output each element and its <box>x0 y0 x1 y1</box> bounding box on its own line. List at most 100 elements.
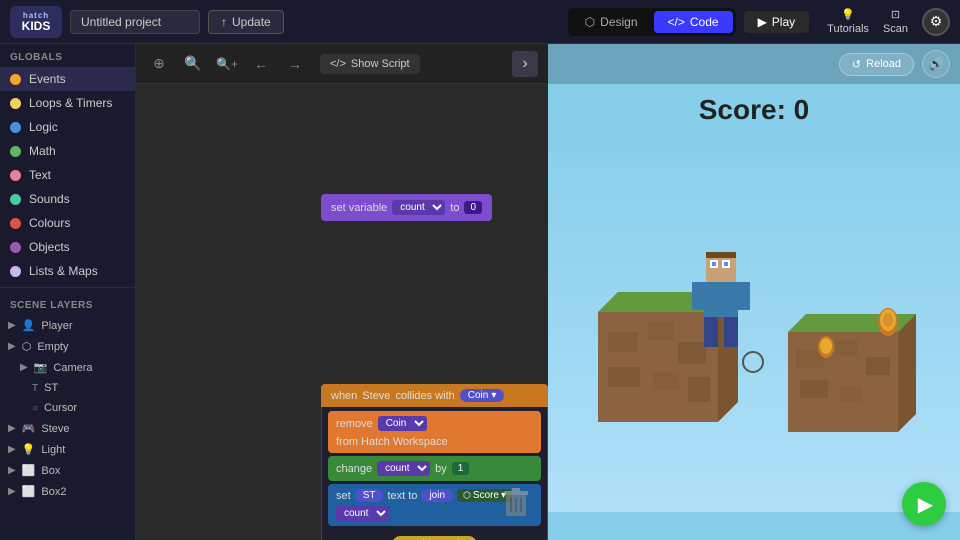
show-script-button[interactable]: </> Show Script <box>320 54 420 74</box>
play-circle-button[interactable]: ▶ <box>902 482 946 526</box>
box-icon: ⬜ <box>22 464 36 477</box>
logo: hatch KIDS <box>10 6 62 38</box>
topbar-right: 💡 Tutorials ⊡ Scan ⚙ <box>827 8 950 36</box>
change-value: 1 <box>452 462 470 475</box>
enable-notch-button[interactable]: enable notch <box>392 536 477 540</box>
light-icon: 💡 <box>22 443 36 456</box>
scene-label: SCENE LAYERS <box>0 292 135 315</box>
tab-code[interactable]: </> Code <box>654 11 733 33</box>
trash-button[interactable] <box>500 486 532 524</box>
scan-icon: ⊡ <box>891 8 900 21</box>
sidebar-item-sounds[interactable]: Sounds <box>0 187 135 211</box>
lists-dot <box>10 266 21 277</box>
set2-label: set <box>336 490 351 502</box>
mode-tabs: ⬡ Design </> Code <box>568 8 736 36</box>
coin-dropdown[interactable]: Coin ▾ <box>460 389 505 402</box>
zoom-in-button[interactable]: 🔍+ <box>214 51 240 77</box>
loops-dot <box>10 98 21 109</box>
more-button[interactable]: › <box>512 51 538 77</box>
sidebar-item-colours[interactable]: Colours <box>0 211 135 235</box>
scene-item-empty[interactable]: ▶ ⬡ Empty <box>0 336 135 357</box>
sidebar-item-lists-maps[interactable]: Lists & Maps <box>0 259 135 283</box>
update-button[interactable]: ↑ Update <box>208 10 284 34</box>
project-name-input[interactable] <box>70 10 200 34</box>
math-dot <box>10 146 21 157</box>
trash-icon <box>502 486 530 518</box>
scene-item-player[interactable]: ▶ 👤 Player <box>0 315 135 336</box>
sidebar-item-logic[interactable]: Logic <box>0 115 135 139</box>
reload-button[interactable]: ↺ Reload <box>839 53 914 76</box>
tutorials-button[interactable]: 💡 Tutorials <box>827 8 869 35</box>
profile-button[interactable]: ⚙ <box>922 8 950 36</box>
colours-dot <box>10 218 21 229</box>
floating-coin <box>818 336 834 358</box>
when-collides-block[interactable]: when Steve collides with Coin ▾ <box>321 384 548 407</box>
update-icon: ↑ <box>221 15 227 29</box>
set-label: set variable <box>331 202 387 214</box>
tab-design[interactable]: ⬡ Design <box>571 11 652 33</box>
sound-button[interactable]: 🔊 <box>922 50 950 78</box>
st-pill[interactable]: ST <box>355 489 384 502</box>
game-scene <box>548 104 960 540</box>
sidebar: GLOBALS Events Loops & Timers Logic Math… <box>0 44 136 540</box>
by-label: by <box>435 463 447 475</box>
main-layout: GLOBALS Events Loops & Timers Logic Math… <box>0 44 960 540</box>
scene-item-box[interactable]: ▶ ⬜ Box <box>0 460 135 481</box>
sidebar-item-objects[interactable]: Objects <box>0 235 135 259</box>
scene-item-cursor[interactable]: ○ Cursor <box>0 398 135 418</box>
zoom-out-button[interactable]: 🔍 <box>180 51 206 77</box>
when-label: when <box>331 390 357 402</box>
scene-item-st[interactable]: T ST <box>0 378 135 398</box>
sidebar-item-events[interactable]: Events <box>0 67 135 91</box>
code-toolbar: ⊕ 🔍 🔍+ ← → </> Show Script › <box>136 44 548 84</box>
sidebar-item-math[interactable]: Math <box>0 139 135 163</box>
scene-item-steve[interactable]: ▶ 🎮 Steve <box>0 418 135 439</box>
sidebar-item-loops-timers[interactable]: Loops & Timers <box>0 91 135 115</box>
blocks-canvas[interactable]: set variable count to 0 when Steve colli… <box>136 84 548 540</box>
remove-coin-dropdown[interactable]: Coin <box>378 416 427 431</box>
play-icon: ▶ <box>758 15 767 29</box>
change-label: change <box>336 463 372 475</box>
sidebar-item-text[interactable]: Text <box>0 163 135 187</box>
tutorials-icon: 💡 <box>841 8 855 21</box>
scene-item-light[interactable]: ▶ 💡 Light <box>0 439 135 460</box>
change-count-dropdown[interactable]: count <box>377 461 430 476</box>
events-dot <box>10 74 21 85</box>
steve-icon: 🎮 <box>22 422 36 435</box>
coin-on-platform <box>878 308 898 336</box>
set-variable-block-group: set variable count to 0 <box>321 194 492 223</box>
camera-icon: 📷 <box>34 361 48 374</box>
sidebar-divider <box>0 287 135 288</box>
value-0: 0 <box>464 201 482 214</box>
scene-item-box2[interactable]: ▶ ⬜ Box2 <box>0 481 135 502</box>
redo-button[interactable]: → <box>282 51 308 77</box>
scan-button[interactable]: ⊡ Scan <box>883 8 908 35</box>
collides-label: collides with <box>395 390 454 402</box>
code-icon: </> <box>668 15 685 29</box>
count-dropdown[interactable]: count <box>336 506 389 521</box>
text-dot <box>10 170 21 181</box>
code-area: ⊕ 🔍 🔍+ ← → </> Show Script › set variabl… <box>136 44 548 540</box>
set-variable-block[interactable]: set variable count to 0 <box>321 194 492 221</box>
compass-button[interactable]: ⊕ <box>146 51 172 77</box>
remove-block[interactable]: remove Coin from Hatch Workspace <box>328 411 541 453</box>
logo-line2: KIDS <box>22 20 51 32</box>
person-icon: 👤 <box>22 319 36 332</box>
undo-button[interactable]: ← <box>248 51 274 77</box>
variable-dropdown[interactable]: count <box>392 200 445 215</box>
sound-icon: 🔊 <box>929 57 944 71</box>
logic-dot <box>10 122 21 133</box>
play-button[interactable]: ▶ Play <box>744 11 810 33</box>
game-topbar: ↺ Reload 🔊 <box>548 44 960 84</box>
sounds-dot <box>10 194 21 205</box>
to-label: to <box>450 202 459 214</box>
game-scene-svg <box>548 104 960 540</box>
change-block[interactable]: change count by 1 <box>328 456 541 481</box>
remove-label: remove <box>336 418 373 430</box>
join-pill[interactable]: join <box>421 489 453 502</box>
steve-label: Steve <box>362 390 390 402</box>
script-icon: </> <box>330 58 346 70</box>
topbar: hatch KIDS ↑ Update ⬡ Design </> Code ▶ … <box>0 0 960 44</box>
scene-item-camera[interactable]: ▶ 📷 Camera <box>0 357 135 378</box>
reload-icon: ↺ <box>852 58 861 71</box>
